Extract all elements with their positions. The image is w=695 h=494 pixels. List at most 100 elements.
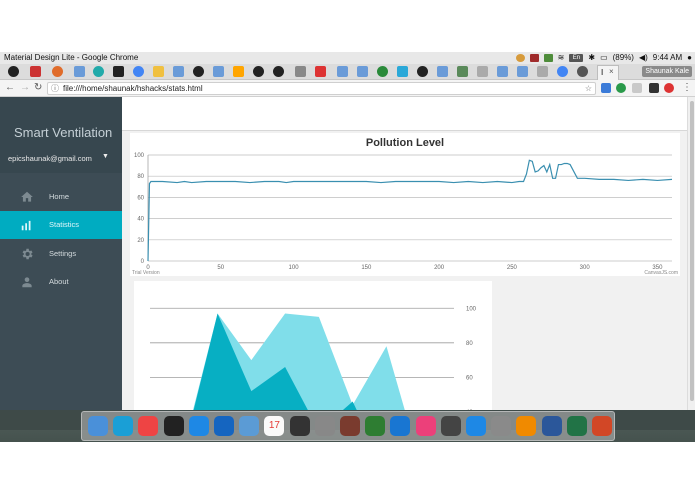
area-series-1 [193,313,405,410]
terminal-icon[interactable] [163,416,184,436]
drive-extension-icon[interactable] [616,83,626,93]
tab-google[interactable] [133,66,144,77]
tab-github[interactable] [253,66,264,77]
preview-icon[interactable] [491,416,512,436]
keyboard-layout[interactable]: En [569,53,584,62]
firefox-status-icon[interactable] [515,53,525,62]
main-content: Pollution Level 0 20 40 60 80 100 0 50 100 150 200 2… [122,131,687,410]
tab-gmail[interactable] [30,66,41,77]
active-tab[interactable]: I × [597,65,619,80]
infinity-icon[interactable] [214,416,234,436]
tab-other[interactable] [315,66,326,77]
tab-google[interactable] [557,66,568,77]
account-dropdown-icon[interactable]: ▼ [102,153,109,160]
chart-icon [21,220,31,231]
clock[interactable]: 9:44 AM [653,53,682,62]
tab-github[interactable] [193,66,204,77]
active-tab-label: I [601,68,604,77]
nav-item-settings[interactable]: Settings [0,240,122,268]
info-icon[interactable]: ⓘ [51,84,59,93]
tab-amazon[interactable] [233,66,244,77]
tab-other[interactable] [377,66,388,77]
tab-other[interactable] [477,66,488,77]
app-store-a-icon[interactable] [390,416,411,436]
powerpoint-icon[interactable] [592,416,612,436]
tab-other[interactable] [52,66,63,77]
sync-icon[interactable] [188,416,209,436]
nav-item-about[interactable]: About [0,268,122,296]
tab-github[interactable] [273,66,284,77]
finder-icon[interactable] [88,416,108,436]
recorder-status-icon[interactable] [529,53,539,62]
chrome-icon[interactable] [138,416,159,436]
tab-other[interactable] [295,66,306,77]
wifi-icon[interactable]: ≋ [558,53,565,62]
tab-github[interactable] [8,66,19,77]
navigation-drawer: Smart Ventilation epicshaunak@gmail.com … [0,97,122,410]
scrollbar-thumb[interactable] [690,101,694,401]
extension-icon[interactable] [632,83,642,93]
quicktime-icon[interactable] [466,416,486,436]
tab-other[interactable] [497,66,508,77]
profile-button[interactable]: Shaunak Kale [642,66,692,77]
forward-icon[interactable]: → [20,82,30,94]
tab-github[interactable] [417,66,428,77]
tab-other[interactable] [457,66,468,77]
close-tab-icon[interactable]: × [609,67,614,76]
tab-other[interactable] [397,66,408,77]
y-tick-label: 80 [137,174,144,180]
xcode-icon[interactable] [440,416,461,436]
reload-icon[interactable]: ↻ [34,82,42,94]
tab-other[interactable] [113,66,124,77]
extension-icon[interactable] [601,83,611,93]
y-tick-label: 100 [134,153,145,159]
bottom-margin [0,442,695,494]
watermark-left: Trial Version [132,270,160,276]
battery-percent[interactable]: (89%) [613,53,634,62]
menu-dots-icon[interactable]: ⋮ [682,82,692,94]
tab-other[interactable] [153,66,164,77]
vlc-icon[interactable] [516,416,537,436]
calendar-icon[interactable]: 17 [264,416,285,436]
volume-icon[interactable]: ◀) [639,53,648,62]
tab-other[interactable] [213,66,224,77]
tab-other[interactable] [173,66,184,77]
word-icon[interactable] [541,416,562,436]
bluetooth-icon[interactable]: ✱ [588,53,595,62]
nav-item-statistics[interactable]: Statistics [0,211,122,239]
y-tick-label: 100 [466,306,477,312]
tab-other[interactable] [337,66,348,77]
tab-other[interactable] [93,66,104,77]
account-email: epicshaunak@gmail.com [8,154,92,163]
nav-item-home[interactable]: Home [0,183,122,211]
x-tick-label: 100 [289,265,300,271]
extension-icon[interactable] [649,83,659,93]
address-bar[interactable]: ⓘ file:///home/shaunak/hshacks/stats.html… [47,82,596,95]
photo-booth-icon[interactable] [340,416,360,436]
app-store-icon[interactable] [239,416,260,436]
atom-icon[interactable] [113,416,134,436]
tab-other[interactable] [357,66,368,77]
tab-other[interactable] [517,66,528,77]
itunes-icon[interactable] [415,416,436,436]
tab-other[interactable] [74,66,85,77]
adblock-icon[interactable] [664,83,674,93]
web-page: Smart Ventilation epicshaunak@gmail.com … [0,97,695,410]
back-icon[interactable]: ← [5,82,15,94]
apple-icon[interactable]: ● [687,53,692,62]
activity-monitor-icon[interactable] [289,416,310,436]
hangouts-icon[interactable] [365,416,386,436]
battery-icon[interactable]: ▭ [600,53,608,62]
tab-other[interactable] [537,66,548,77]
y-tick-label: 80 [466,341,473,347]
system-preferences-icon[interactable] [314,416,335,436]
bookmark-star-icon[interactable]: ☆ [585,83,592,94]
excel-icon[interactable] [566,416,587,436]
tab-other[interactable] [577,66,588,77]
drawer-header: Smart Ventilation epicshaunak@gmail.com … [0,97,122,173]
tab-other[interactable] [437,66,448,77]
x-tick-label: 50 [217,265,224,271]
page-scrollbar[interactable] [687,97,695,410]
evernote-status-icon[interactable] [543,53,553,62]
browser-toolbar: ← → ↻ ⓘ file:///home/shaunak/hshacks/stat… [0,80,695,97]
